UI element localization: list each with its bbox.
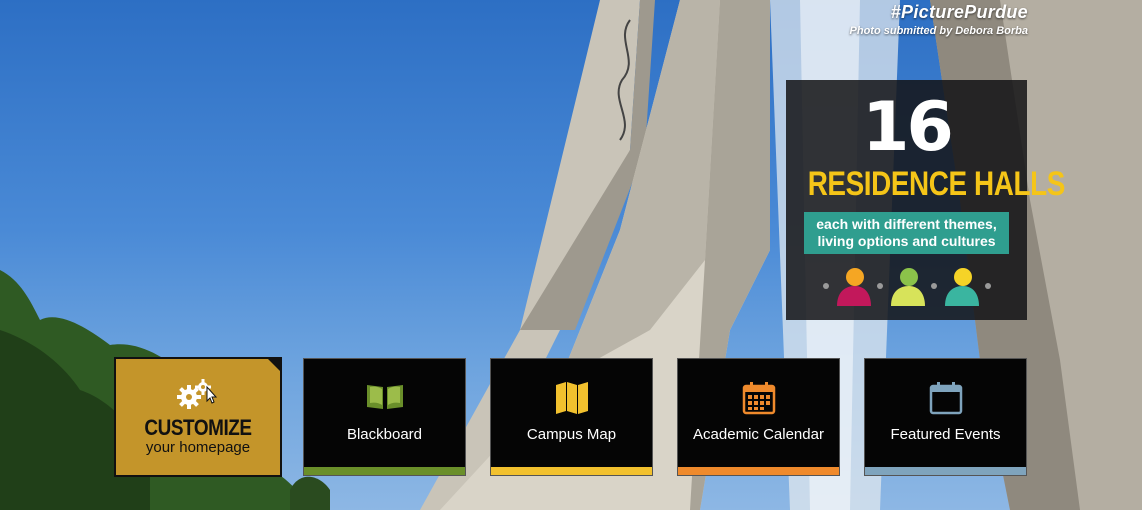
separator-dot bbox=[822, 283, 829, 289]
book-icon bbox=[304, 381, 465, 411]
person-icon bbox=[836, 268, 871, 306]
person-icon bbox=[890, 268, 925, 306]
people-icons bbox=[786, 266, 1027, 306]
blackboard-tile[interactable]: Blackboard bbox=[303, 358, 466, 476]
featured-events-tile[interactable]: Featured Events bbox=[864, 358, 1027, 476]
residence-halls-promo[interactable]: 16 RESIDENCE HALLS each with different t… bbox=[786, 80, 1066, 320]
tile-accent-bar bbox=[678, 467, 839, 475]
tile-label: Academic Calendar bbox=[693, 426, 824, 443]
photo-credit: #PicturePurdue Photo submitted by Debora… bbox=[850, 2, 1028, 37]
gears-icon bbox=[116, 377, 280, 411]
customize-subtitle: your homepage bbox=[145, 439, 251, 456]
corner-fold bbox=[266, 357, 282, 373]
person-icon bbox=[944, 268, 979, 306]
hashtag-text: #PicturePurdue bbox=[890, 2, 1028, 22]
tile-label: Campus Map bbox=[526, 426, 617, 443]
map-icon bbox=[491, 381, 652, 415]
customize-homepage-button[interactable]: CUSTOMIZE your homepage bbox=[114, 357, 282, 477]
tile-accent-bar bbox=[491, 467, 652, 475]
promo-subtitle-band: each with different themes, living optio… bbox=[804, 212, 1009, 254]
photo-credit-text: Photo submitted by Debora Borba bbox=[849, 25, 1028, 37]
promo-subtitle-line1: each with different themes, bbox=[816, 216, 997, 232]
promo-number: 16 bbox=[862, 88, 954, 167]
tile-accent-bar bbox=[304, 467, 465, 475]
calendar-blank-icon bbox=[865, 381, 1026, 415]
calendar-icon bbox=[678, 381, 839, 415]
separator-dot bbox=[984, 283, 991, 289]
separator-dot bbox=[930, 283, 937, 289]
campus-map-tile[interactable]: Campus Map bbox=[490, 358, 653, 476]
promo-subtitle-line2: living options and cultures bbox=[817, 233, 996, 249]
academic-calendar-tile[interactable]: Academic Calendar bbox=[677, 358, 840, 476]
promo-title: RESIDENCE HALLS bbox=[807, 165, 1066, 203]
tile-label: Featured Events bbox=[890, 426, 1001, 443]
customize-title: CUSTOMIZE bbox=[144, 415, 252, 440]
separator-dot bbox=[876, 283, 883, 289]
tile-accent-bar bbox=[865, 467, 1026, 475]
tile-label: Blackboard bbox=[346, 426, 423, 443]
